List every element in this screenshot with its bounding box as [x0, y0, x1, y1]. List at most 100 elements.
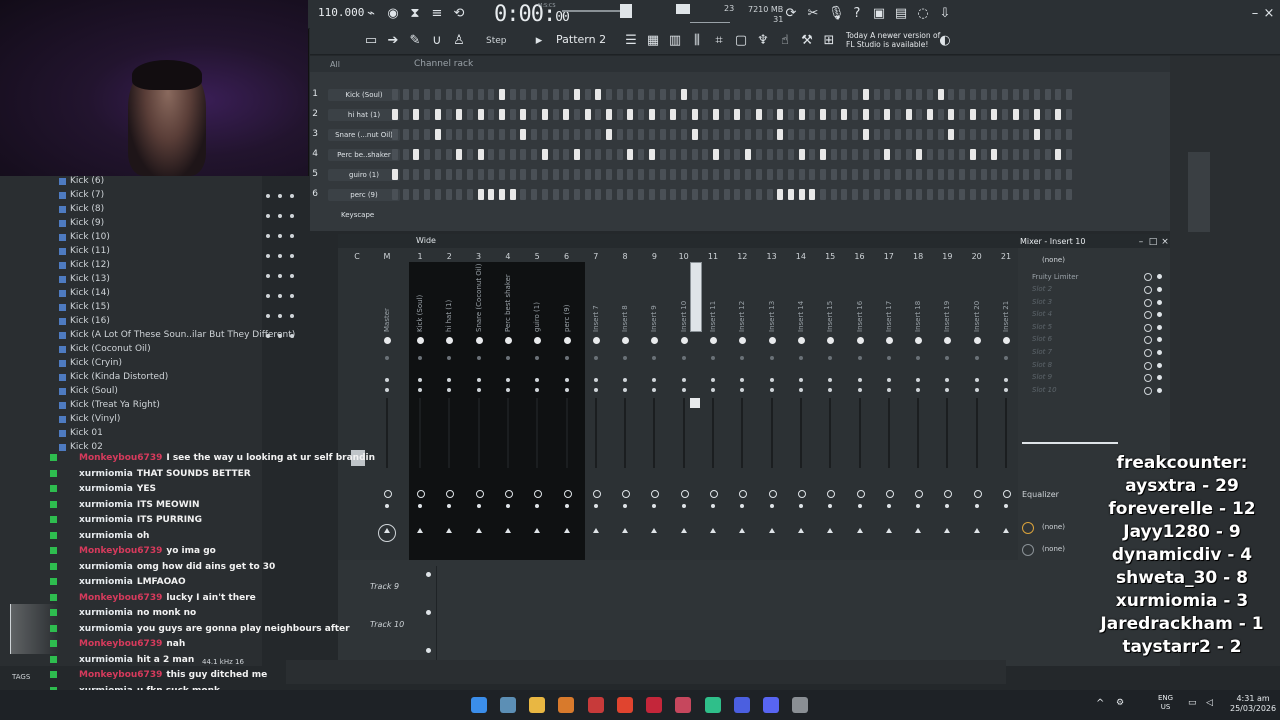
step-button[interactable]: [980, 89, 987, 100]
step-button[interactable]: [873, 89, 880, 100]
refresh-icon[interactable]: ⟳: [784, 7, 798, 21]
step-button[interactable]: [392, 149, 398, 160]
insert-route-arrow-2[interactable]: [418, 388, 422, 392]
insert-route-triangle[interactable]: [592, 528, 599, 533]
insert-fader-track[interactable]: [448, 398, 451, 468]
insert-route-triangle[interactable]: [563, 528, 570, 533]
channel-toggle-dot[interactable]: [290, 334, 294, 338]
step-button[interactable]: [573, 189, 580, 200]
browser-item[interactable]: Kick (Vinyl): [58, 414, 120, 424]
step-button[interactable]: [894, 169, 901, 180]
insert-pan-knob[interactable]: [973, 337, 981, 344]
insert-pan-knob[interactable]: [856, 337, 864, 344]
step-button[interactable]: [820, 89, 826, 100]
insert-stereo-knob[interactable]: [886, 356, 891, 360]
step-button[interactable]: [520, 189, 527, 200]
step-button[interactable]: [659, 109, 666, 120]
step-button[interactable]: [648, 149, 655, 160]
insert-route-arrow[interactable]: [886, 378, 891, 382]
download-icon[interactable]: ⇩: [938, 7, 952, 21]
chat-username[interactable]: xurmiomia: [79, 624, 133, 634]
browser-item[interactable]: Kick (7): [58, 190, 104, 200]
step-button[interactable]: [477, 129, 484, 140]
step-button[interactable]: [905, 149, 912, 160]
step-button[interactable]: [1012, 149, 1019, 160]
step-button[interactable]: [520, 149, 527, 160]
mixer-icon[interactable]: ⫼: [690, 34, 704, 48]
step-button[interactable]: [616, 129, 623, 140]
step-button[interactable]: [734, 149, 741, 160]
step-button[interactable]: [884, 129, 891, 140]
step-button[interactable]: [638, 89, 645, 100]
insert-volume-bar[interactable]: [1022, 442, 1118, 444]
step-button[interactable]: [1044, 89, 1051, 100]
step-button[interactable]: [830, 109, 837, 120]
step-button[interactable]: [798, 189, 805, 200]
insert-route-triangle[interactable]: [827, 528, 834, 533]
insert-route-triangle[interactable]: [797, 528, 804, 533]
step-button[interactable]: [787, 149, 794, 160]
insert-route-arrow[interactable]: [564, 378, 569, 382]
insert-send-knob[interactable]: [856, 490, 865, 498]
insert-name[interactable]: Insert 16: [856, 301, 864, 332]
insert-fader-track[interactable]: [624, 398, 627, 468]
insert-fader-track[interactable]: [858, 398, 861, 468]
step-button[interactable]: [948, 149, 955, 160]
step-button[interactable]: [573, 89, 580, 100]
step-button[interactable]: [499, 129, 505, 140]
step-button[interactable]: [1034, 149, 1040, 160]
channel-toggle-dot[interactable]: [266, 214, 270, 218]
step-button[interactable]: [670, 89, 677, 100]
step-button[interactable]: [552, 129, 559, 140]
step-button[interactable]: [734, 109, 741, 120]
slot-enable-icon[interactable]: [1144, 298, 1152, 307]
track-9-mute[interactable]: [426, 572, 431, 577]
step-button[interactable]: [991, 189, 998, 200]
step-button[interactable]: [627, 109, 634, 120]
step-button[interactable]: [809, 129, 816, 140]
step-button[interactable]: [413, 89, 420, 100]
step-button[interactable]: [1012, 189, 1019, 200]
insert-pan-knob[interactable]: [417, 337, 424, 344]
insert-name[interactable]: Snare (Coconut Oil): [475, 264, 483, 332]
insert-stereo-knob[interactable]: [505, 356, 510, 360]
step-button[interactable]: [627, 189, 634, 200]
step-button[interactable]: [1023, 109, 1030, 120]
step-button[interactable]: [969, 189, 976, 200]
step-button[interactable]: [1066, 189, 1073, 200]
step-button[interactable]: [616, 89, 623, 100]
step-button[interactable]: [723, 109, 730, 120]
network-icon[interactable]: ▭: [1188, 698, 1197, 708]
step-button[interactable]: [584, 169, 591, 180]
step-button[interactable]: [1012, 89, 1019, 100]
step-button[interactable]: [1001, 169, 1008, 180]
step-button[interactable]: [841, 149, 848, 160]
step-button[interactable]: [466, 189, 473, 200]
step-button[interactable]: [627, 149, 634, 160]
step-button[interactable]: [713, 189, 719, 200]
insert-fader-track[interactable]: [975, 398, 978, 468]
step-button[interactable]: [691, 189, 698, 200]
step-button[interactable]: [466, 89, 473, 100]
insert-mute-dot[interactable]: [711, 504, 715, 508]
step-button[interactable]: [563, 169, 570, 180]
step-button[interactable]: [841, 89, 848, 100]
insert-send-knob[interactable]: [797, 490, 806, 498]
chat-username[interactable]: xurmiomia: [79, 500, 133, 510]
step-button[interactable]: [862, 189, 869, 200]
step-button[interactable]: [563, 109, 570, 120]
insert-route-triangle[interactable]: [680, 528, 687, 533]
step-button[interactable]: [777, 149, 784, 160]
step-button[interactable]: [1044, 189, 1051, 200]
browser-item[interactable]: Kick (6): [58, 176, 104, 186]
insert-fader-track[interactable]: [829, 398, 832, 468]
insert-fader-track[interactable]: [917, 398, 920, 468]
step-button[interactable]: [509, 129, 516, 140]
step-button[interactable]: [873, 189, 880, 200]
step-button[interactable]: [531, 129, 538, 140]
insert-stereo-knob[interactable]: [974, 356, 979, 360]
insert-stereo-knob[interactable]: [476, 356, 481, 360]
step-button[interactable]: [713, 109, 719, 120]
step-button[interactable]: [905, 109, 912, 120]
step-button[interactable]: [884, 109, 891, 120]
